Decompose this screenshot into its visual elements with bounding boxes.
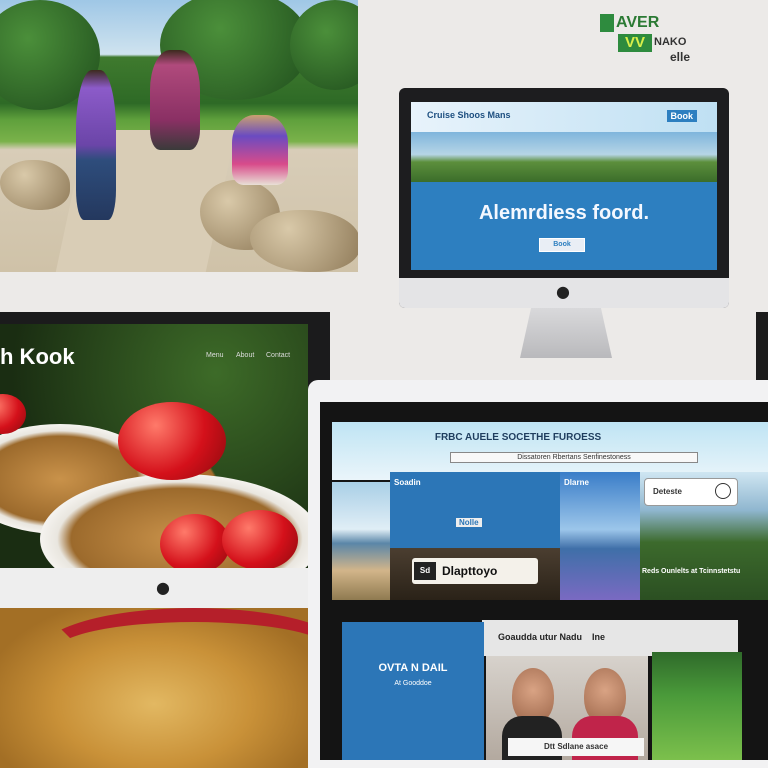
hero-headline: Alemrdiess foord. [478, 202, 650, 224]
apple-logo-icon: ● [156, 578, 170, 597]
offscreen-device-edge [756, 312, 768, 380]
brand-logo: AVER VV NAKO elle [600, 14, 720, 66]
nav-book-button[interactable]: Book [666, 110, 697, 122]
harbor-photo: Dlarne [560, 472, 640, 600]
website-screen: Cruise Shoos Mans Book Alemrdiess foord.… [411, 102, 717, 270]
food-website-screen: h Kook Menu About Contact [0, 324, 308, 568]
imac-monitor-top: Cruise Shoos Mans Book Alemrdiess foord.… [399, 88, 729, 308]
imac-stand [520, 308, 612, 358]
apple-logo-icon: ● [556, 282, 570, 301]
play-icon[interactable]: Sd [414, 562, 436, 580]
imac-chin: ● [399, 278, 729, 308]
gallery-website-screen: FRBC AUELE SOCETHE FUROESS Dissatoren Rb… [320, 402, 768, 760]
tomato-image [118, 402, 226, 480]
content-bar-text: Goaudda utur Nadu [498, 632, 582, 642]
nav-item[interactable]: Menu [206, 352, 224, 359]
imac-monitor-food: h Kook Menu About Contact ● [0, 312, 330, 612]
site-nav: Cruise Shoos Mans Book [411, 102, 717, 132]
landscape-panel: Deteste Reds Ounlelts at Tcinnstetstu [640, 472, 768, 600]
outdoor-photo [0, 0, 358, 272]
nav-links[interactable]: Cruise Shoos Mans [427, 110, 511, 120]
hillside-photo [652, 652, 742, 760]
search-card[interactable]: Deteste [644, 478, 738, 506]
crumble-photo [0, 608, 308, 768]
monitor-right: FRBC AUELE SOCETHE FUROESS Dissatoren Rb… [308, 380, 768, 768]
contact-panel[interactable]: OVTA N DAIL At Gooddoe [342, 622, 484, 760]
site-title: h Kook [0, 344, 75, 369]
contact-sub: At Gooddoe [394, 680, 432, 687]
site-subtitle: Dissatoren Rbertans Senfinestoness [450, 452, 698, 463]
content-bar-tag[interactable]: Ine [592, 632, 605, 642]
video-thumbnail[interactable]: Dtt Sdlane asace [486, 656, 648, 760]
nav-item[interactable]: Contact [266, 352, 290, 359]
hero-image [411, 132, 717, 182]
hero-cta-button[interactable]: Book [539, 238, 585, 252]
nav-item[interactable]: About [236, 352, 254, 359]
search-icon[interactable] [715, 483, 731, 499]
overlay-title: Dlapttoyo [442, 564, 498, 578]
video-caption: Dtt Sdlane asace [508, 738, 644, 756]
imac-chin: ● [0, 568, 308, 608]
contact-title: OVTA N DAIL [378, 662, 448, 674]
feature-panel-a[interactable]: Soadin Nolle Sd Dlapttoyo [390, 472, 560, 600]
content-bar: Goaudda utur Nadu Ine [482, 620, 738, 656]
site-heading: FRBC AUELE SOCETHE FUROESS [434, 432, 602, 443]
coast-photo [332, 482, 390, 600]
